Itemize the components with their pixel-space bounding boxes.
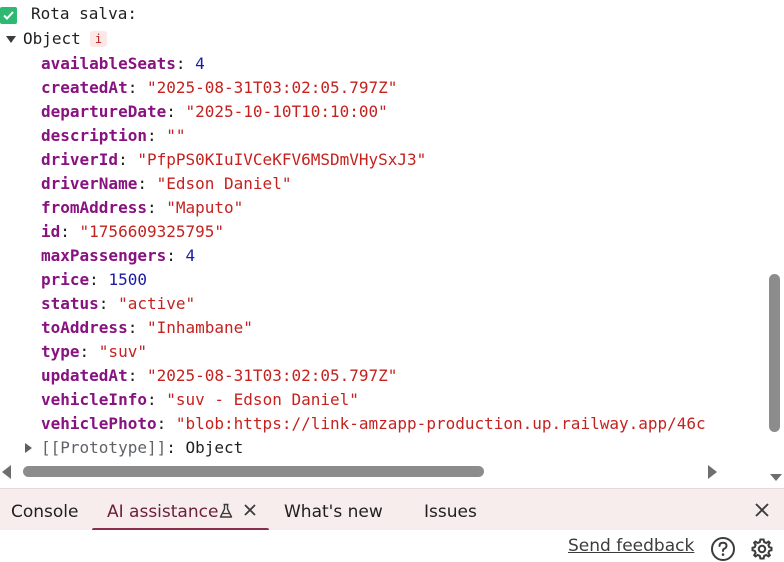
property-value: "blob:https://link-amzapp-production.up.… <box>175 414 706 433</box>
property-key: description <box>41 126 147 145</box>
property-key: availableSeats <box>41 54 176 73</box>
send-feedback-link[interactable]: Send feedback <box>568 535 694 557</box>
scroll-right-arrow-icon[interactable] <box>708 465 717 479</box>
property-value: 4 <box>195 54 205 73</box>
property-value: 1500 <box>108 270 147 289</box>
close-icon[interactable] <box>243 503 257 517</box>
property-row: maxPassengers: 4 <box>41 246 196 265</box>
object-label: Object <box>23 29 81 48</box>
property-value: "active" <box>118 294 196 313</box>
property-value: "2025-10-10T10:10:00" <box>185 102 388 121</box>
expand-triangle-icon[interactable] <box>6 36 16 43</box>
object-header[interactable]: Object i <box>0 27 766 51</box>
property-key: driverId <box>41 150 119 169</box>
property-key: type <box>41 342 80 361</box>
collapse-triangle-icon[interactable] <box>25 443 32 453</box>
log-message-row: Rota salva: <box>0 2 766 26</box>
property-value: "PfpPS0KIuIVCeKFV6MSDmVHySxJ3" <box>137 150 427 169</box>
property-row: availableSeats: 4 <box>41 54 205 73</box>
property-value: "suv" <box>98 342 147 361</box>
property-row: toAddress: "Inhambane" <box>41 318 253 337</box>
close-drawer-icon[interactable] <box>754 502 770 518</box>
prototype-key: [[Prototype]] <box>41 438 167 457</box>
property-key: price <box>41 270 90 289</box>
help-icon[interactable] <box>710 536 736 562</box>
property-row: price: 1500 <box>41 270 147 289</box>
property-row: description: "" <box>41 126 186 145</box>
property-row: vehiclePhoto: "blob:https://link-amzapp-… <box>41 414 706 433</box>
property-key: vehicleInfo <box>41 390 147 409</box>
drawer-tab-bar: Console AI assistance What's new Issues <box>0 488 784 531</box>
property-row: departureDate: "2025-10-10T10:10:00" <box>41 102 388 121</box>
property-value: "Inhambane" <box>146 318 253 337</box>
property-key: departureDate <box>41 102 167 121</box>
property-key: vehiclePhoto <box>41 414 157 433</box>
property-row: fromAddress: "Maputo" <box>41 198 244 217</box>
property-key: createdAt <box>41 78 128 97</box>
property-row: updatedAt: "2025-08-31T03:02:05.797Z" <box>41 366 398 385</box>
property-value: "Maputo" <box>166 198 244 217</box>
info-icon[interactable]: i <box>90 31 107 47</box>
drawer-footer: Send feedback <box>0 530 784 562</box>
property-key: updatedAt <box>41 366 128 385</box>
gear-icon[interactable] <box>750 537 774 561</box>
horizontal-scrollbar[interactable] <box>0 462 766 482</box>
property-row: vehicleInfo: "suv - Edson Daniel" <box>41 390 359 409</box>
tab-console[interactable]: Console <box>11 489 79 531</box>
scroll-left-arrow-icon[interactable] <box>2 465 11 479</box>
property-row: status: "active" <box>41 294 196 313</box>
flask-icon <box>219 503 233 518</box>
tab-issues[interactable]: Issues <box>424 489 477 531</box>
check-icon <box>0 7 17 24</box>
property-value: 4 <box>185 246 196 265</box>
prototype-value: Object <box>185 438 244 457</box>
vertical-scrollbar[interactable] <box>766 0 784 488</box>
property-value: "Edson Daniel" <box>156 174 292 193</box>
property-row: type: "suv" <box>41 342 147 361</box>
property-key: fromAddress <box>41 198 147 217</box>
property-row: id: "1756609325795" <box>41 222 225 241</box>
horizontal-scrollbar-thumb[interactable] <box>23 466 484 477</box>
property-value: "1756609325795" <box>79 222 225 241</box>
scroll-down-arrow-icon[interactable] <box>770 474 782 481</box>
prototype-row[interactable]: [[Prototype]]: Object <box>0 436 766 460</box>
property-value: "" <box>166 126 186 145</box>
property-row: createdAt: "2025-08-31T03:02:05.797Z" <box>41 78 398 97</box>
property-row: driverId: "PfpPS0KIuIVCeKFV6MSDmVHySxJ3" <box>41 150 427 169</box>
property-key: id <box>41 222 61 241</box>
tab-ai-assistance[interactable]: AI assistance <box>107 489 218 531</box>
tab-whats-new[interactable]: What's new <box>284 489 383 531</box>
property-value: "2025-08-31T03:02:05.797Z" <box>146 78 398 97</box>
property-key: toAddress <box>41 318 128 337</box>
property-key: maxPassengers <box>41 246 167 265</box>
property-value: "suv - Edson Daniel" <box>166 390 359 409</box>
property-key: status <box>41 294 99 313</box>
console-output: Rota salva: Object i availableSeats: 4 cr… <box>0 0 766 462</box>
log-message: Rota salva: <box>31 4 137 23</box>
property-key: driverName <box>41 174 138 193</box>
property-row: driverName: "Edson Daniel" <box>41 174 292 193</box>
vertical-scrollbar-thumb[interactable] <box>769 274 780 432</box>
property-value: "2025-08-31T03:02:05.797Z" <box>146 366 398 385</box>
